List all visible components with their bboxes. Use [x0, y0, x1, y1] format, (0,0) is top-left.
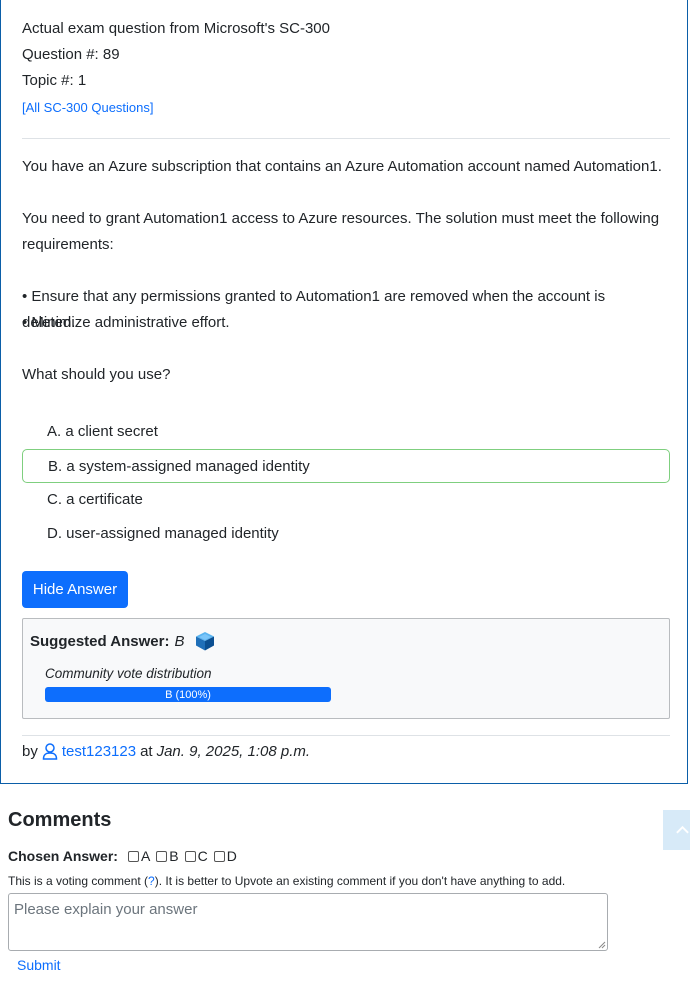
question-card: Actual exam question from Microsoft's SC… — [0, 0, 688, 784]
byline-by: by — [22, 743, 38, 760]
voting-note-text: This is a voting comment ( — [8, 874, 149, 888]
answer-cube-icon[interactable] — [195, 631, 215, 651]
author-link[interactable]: test123123 — [62, 743, 136, 760]
option-b-label: B — [169, 848, 179, 864]
suggested-answer-box: Suggested Answer: B Community vote distr… — [22, 618, 670, 719]
chosen-answer-row: Chosen Answer: A B C D — [8, 848, 243, 864]
vote-bar-label: B (100%) — [165, 688, 211, 701]
choice-d[interactable]: D. user-assigned managed identity — [22, 516, 670, 550]
choice-a[interactable]: A. a client secret — [22, 414, 670, 448]
checkbox-d[interactable] — [213, 850, 225, 862]
resize-handle-icon[interactable] — [598, 941, 606, 949]
hide-answer-button[interactable]: Hide Answer — [22, 571, 128, 608]
choice-c[interactable]: C. a certificate — [22, 482, 670, 516]
question-paragraph-1: You have an Azure subscription that cont… — [22, 158, 662, 175]
comments-heading: Comments — [8, 809, 112, 831]
vote-distribution-title: Community vote distribution — [45, 666, 212, 681]
byline-at: at — [140, 743, 153, 760]
chosen-answer-option-c[interactable]: C — [184, 848, 208, 864]
post-date: Jan. 9, 2025, 1:08 p.m. — [156, 743, 311, 760]
comment-placeholder: Please explain your answer — [14, 901, 198, 918]
scroll-to-top-button[interactable] — [663, 810, 690, 850]
checkbox-b[interactable] — [156, 850, 168, 862]
voting-note-text-end: ). It is better to Upvote an existing co… — [154, 874, 566, 888]
suggested-answer-label: Suggested Answer: — [30, 632, 170, 650]
vote-distribution-bar: B (100%) — [45, 687, 331, 702]
all-questions-link[interactable]: [All SC-300 Questions] — [22, 100, 154, 115]
question-paragraph-2: You need to grant Automation1 access to … — [22, 210, 660, 253]
byline: by test123123 at Jan. 9, 2025, 1:08 p.m. — [22, 743, 310, 760]
checkbox-a[interactable] — [127, 850, 139, 862]
option-a-label: A — [140, 848, 151, 864]
question-prompt: What should you use? — [22, 366, 171, 383]
voting-help-link[interactable]: ? — [148, 874, 155, 888]
option-c-label: C — [197, 848, 208, 864]
chosen-answer-option-d[interactable]: D — [213, 848, 237, 864]
submit-button[interactable]: Submit — [17, 957, 61, 973]
chosen-answer-label: Chosen Answer: — [8, 848, 118, 864]
exam-title: Actual exam question from Microsoft's SC… — [22, 20, 330, 37]
suggested-answer: Suggested Answer: B — [30, 631, 215, 651]
requirement-bullet-2: • Minimize administrative effort. — [22, 314, 230, 331]
comment-textarea[interactable]: Please explain your answer — [8, 893, 608, 951]
user-icon — [42, 743, 58, 760]
question-number: Question #: 89 — [22, 46, 120, 63]
divider — [22, 735, 670, 736]
suggested-answer-value: B — [174, 632, 185, 650]
topic-number: Topic #: 1 — [22, 72, 87, 89]
voting-note: This is a voting comment (?). It is bett… — [8, 874, 565, 888]
checkbox-c[interactable] — [184, 850, 196, 862]
chosen-answer-option-b[interactable]: B — [156, 848, 179, 864]
divider — [22, 138, 670, 139]
option-d-label: D — [226, 848, 237, 864]
chevron-up-icon — [676, 825, 689, 834]
chosen-answer-option-a[interactable]: A — [127, 848, 151, 864]
choice-b[interactable]: B. a system-assigned managed identity — [22, 449, 670, 483]
